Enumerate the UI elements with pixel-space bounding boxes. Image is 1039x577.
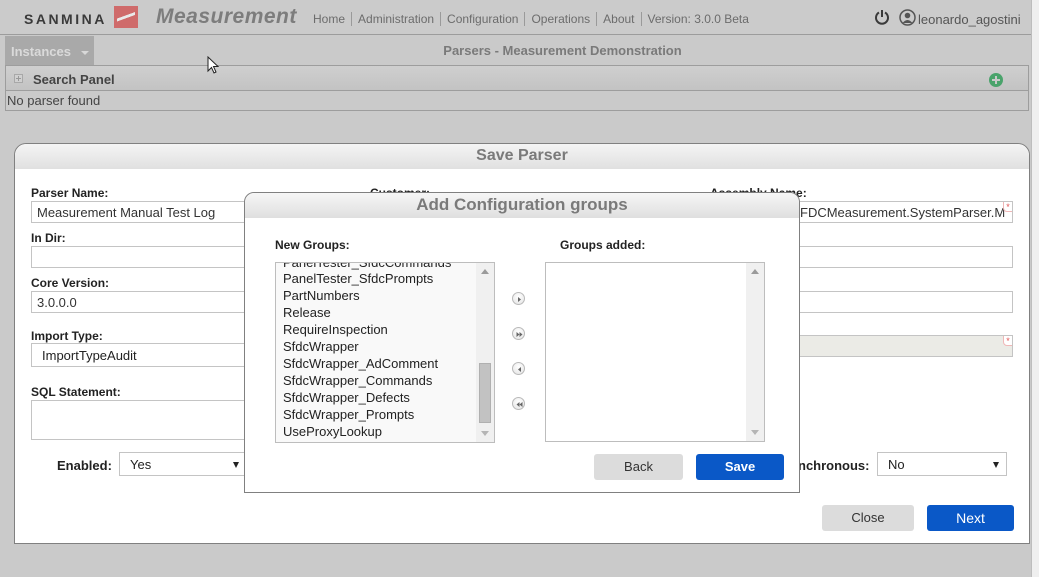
empty-results-message: No parser found bbox=[5, 91, 1029, 111]
scroll-down-icon[interactable] bbox=[481, 431, 489, 436]
expand-icon[interactable] bbox=[14, 74, 23, 83]
page-scrollbar[interactable] bbox=[1031, 0, 1039, 577]
search-panel-header[interactable]: Search Panel bbox=[5, 65, 1029, 91]
list-item[interactable]: SfdcWrapper_AdComment bbox=[283, 356, 438, 371]
app-title: Measurement bbox=[156, 5, 297, 28]
main-nav: Home Administration Configuration Operat… bbox=[307, 12, 755, 26]
required-marker: * bbox=[1003, 202, 1012, 212]
list-item[interactable]: PartNumbers bbox=[283, 288, 360, 303]
arrow-right-icon bbox=[518, 297, 521, 302]
sql-statement-label: SQL Statement: bbox=[31, 385, 121, 399]
in-dir-label: In Dir: bbox=[31, 231, 66, 245]
synchronous-label: nchronous: bbox=[798, 458, 870, 473]
next-button[interactable]: Next bbox=[927, 505, 1014, 531]
enabled-label: Enabled: bbox=[57, 458, 112, 473]
mouse-cursor-icon bbox=[207, 56, 220, 74]
close-button[interactable]: Close bbox=[822, 505, 914, 531]
scroll-down-icon[interactable] bbox=[751, 430, 759, 435]
groups-added-list bbox=[546, 263, 746, 441]
nav-configuration[interactable]: Configuration bbox=[441, 12, 526, 26]
new-groups-listbox[interactable]: PanelTester_SfdcCommands PanelTester_Sfd… bbox=[275, 262, 495, 443]
list-item[interactable]: SfdcWrapper_Defects bbox=[283, 390, 410, 405]
synchronous-value: No bbox=[888, 457, 905, 472]
username[interactable]: leonardo_agostini bbox=[918, 12, 1021, 27]
list-item[interactable]: SfdcWrapper bbox=[283, 339, 359, 354]
parser-name-label: Parser Name: bbox=[31, 186, 109, 200]
move-all-left-button[interactable] bbox=[512, 397, 525, 410]
new-groups-label: New Groups: bbox=[275, 238, 350, 252]
double-arrow-left-icon bbox=[516, 402, 523, 407]
scroll-up-icon[interactable] bbox=[751, 269, 759, 274]
list-item[interactable]: PanelTester_SfdcCommands bbox=[283, 263, 451, 270]
app-header: SANMINA Measurement Home Administration … bbox=[0, 0, 1031, 35]
core-version-label: Core Version: bbox=[31, 276, 110, 290]
brand-logo-text: SANMINA bbox=[24, 11, 107, 27]
list-item[interactable]: PanelTester_SfdcPrompts bbox=[283, 271, 433, 286]
save-button[interactable]: Save bbox=[696, 454, 784, 480]
brand-logo-icon bbox=[114, 6, 138, 28]
list-item[interactable]: SfdcWrapper_Prompts bbox=[283, 407, 414, 422]
new-groups-scrollbar[interactable] bbox=[476, 263, 494, 442]
move-left-button[interactable] bbox=[512, 362, 525, 375]
assembly-name-value: FDCMeasurement.SystemParser.M bbox=[800, 205, 1006, 220]
list-item[interactable]: RequireInspection bbox=[283, 322, 388, 337]
scrollbar-thumb[interactable] bbox=[479, 363, 491, 423]
chevron-down-icon bbox=[80, 50, 89, 55]
nav-administration[interactable]: Administration bbox=[352, 12, 442, 26]
new-groups-list: PanelTester_SfdcCommands PanelTester_Sfd… bbox=[276, 263, 476, 442]
add-configuration-groups-dialog: Add Configuration groups New Groups: Gro… bbox=[244, 192, 800, 493]
back-button[interactable]: Back bbox=[594, 454, 683, 480]
scroll-up-icon[interactable] bbox=[481, 269, 489, 274]
synchronous-select[interactable]: No bbox=[877, 452, 1007, 476]
user-icon[interactable] bbox=[899, 9, 916, 26]
enabled-select[interactable]: Yes bbox=[119, 452, 247, 476]
list-item[interactable]: Release bbox=[283, 305, 331, 320]
import-type-label: Import Type: bbox=[31, 329, 103, 343]
import-type-value: ImportTypeAudit bbox=[42, 348, 137, 363]
double-arrow-right-icon bbox=[516, 332, 523, 337]
list-item[interactable]: SfdcWrapper_Commands bbox=[283, 373, 432, 388]
version-label: Version: 3.0.0 Beta bbox=[647, 12, 749, 26]
instances-dropdown[interactable]: Instances bbox=[5, 36, 94, 65]
power-icon[interactable] bbox=[874, 9, 890, 25]
nav-home[interactable]: Home bbox=[307, 12, 353, 26]
arrow-left-icon bbox=[518, 367, 521, 372]
list-item[interactable]: UseProxyLookup bbox=[283, 424, 382, 439]
dropdown-arrow-icon bbox=[233, 462, 239, 468]
nav-about[interactable]: About bbox=[597, 12, 642, 26]
search-panel-title: Search Panel bbox=[33, 72, 115, 87]
save-parser-title: Save Parser bbox=[15, 144, 1029, 169]
move-all-right-button[interactable] bbox=[512, 327, 525, 340]
groups-added-label: Groups added: bbox=[560, 238, 646, 252]
add-parser-icon[interactable] bbox=[989, 73, 1003, 87]
enabled-value: Yes bbox=[130, 457, 152, 472]
required-marker: * bbox=[1003, 336, 1012, 346]
nav-operations[interactable]: Operations bbox=[525, 12, 598, 26]
groups-added-listbox[interactable] bbox=[545, 262, 765, 442]
modal-title: Add Configuration groups bbox=[245, 193, 799, 218]
dropdown-arrow-icon bbox=[993, 462, 999, 468]
page-title: Parsers - Measurement Demonstration bbox=[443, 43, 682, 58]
groups-added-scrollbar[interactable] bbox=[746, 263, 764, 441]
move-right-button[interactable] bbox=[512, 292, 525, 305]
instances-label: Instances bbox=[11, 44, 71, 59]
